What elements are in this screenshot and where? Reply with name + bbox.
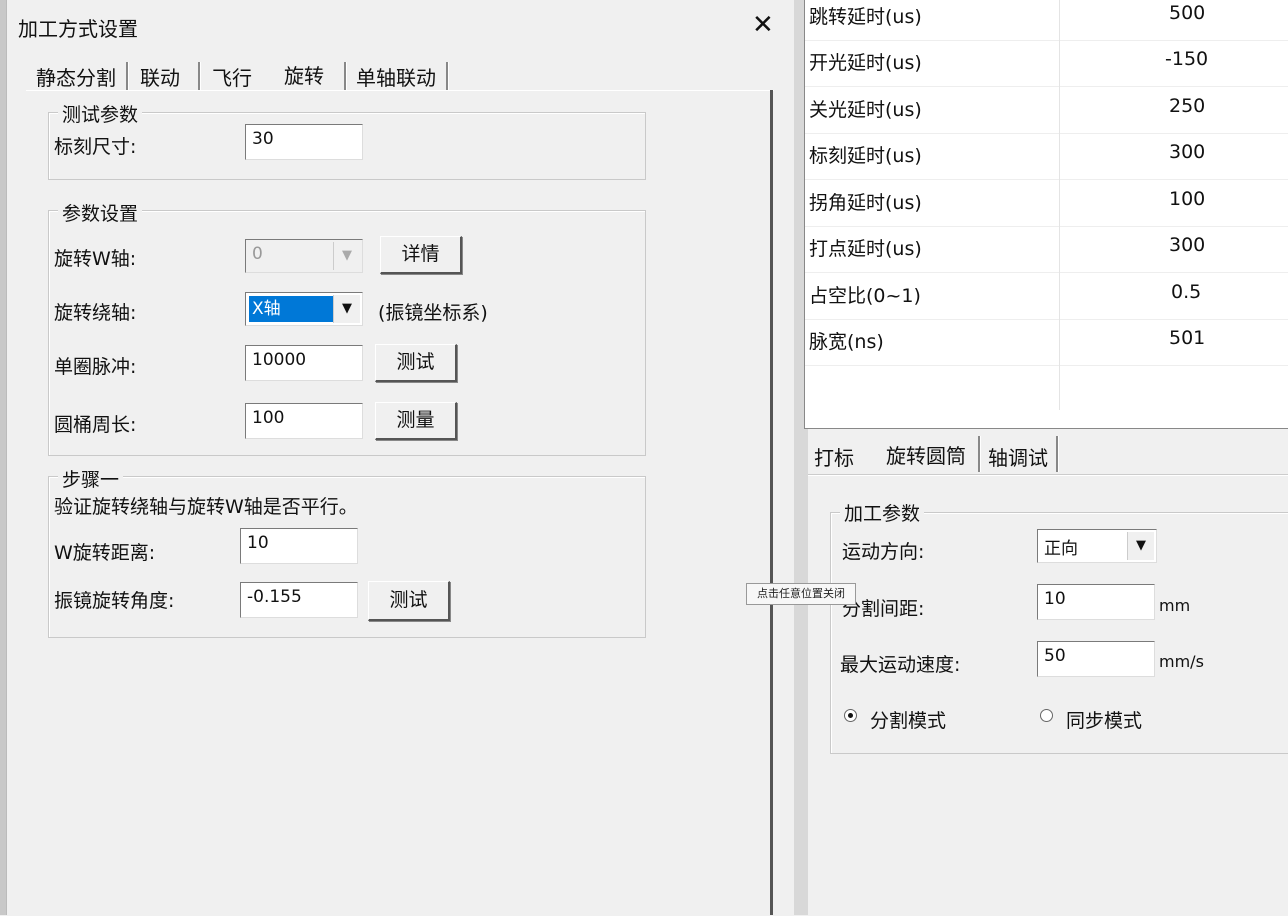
pulse-per-turn-input[interactable]: 10000 (245, 345, 363, 381)
param-value: 250 (1169, 95, 1206, 117)
tab-rotary-cylinder[interactable]: 旋转圆筒 (886, 440, 966, 469)
rotation-w-axis-select[interactable]: 0 ▼ (245, 239, 363, 273)
cylinder-circumference-label: 圆桶周长: (54, 414, 137, 436)
w-rotation-distance-input[interactable]: 10 (240, 528, 358, 564)
tab-divider (198, 62, 201, 90)
tab-rotation[interactable]: 旋转 (284, 60, 324, 89)
split-spacing-input[interactable]: 10 (1037, 584, 1155, 620)
tab-static-split[interactable]: 静态分割 (36, 62, 116, 91)
tab-divider (1056, 436, 1059, 472)
close-icon[interactable]: ✕ (752, 10, 774, 40)
rotation-axis-value: X轴 (249, 296, 334, 322)
param-value: 0.5 (1171, 281, 1202, 303)
galvo-rotation-angle-input[interactable]: -0.155 (240, 582, 358, 618)
motion-direction-label: 运动方向: (842, 541, 925, 563)
mark-size-label: 标刻尺寸: (54, 136, 137, 158)
rotation-w-axis-label: 旋转W轴: (54, 248, 137, 270)
sync-mode-radio[interactable] (1040, 709, 1053, 722)
table-row[interactable]: 打点延时(us) 300 (805, 226, 1288, 273)
param-value: 300 (1169, 234, 1206, 256)
param-value: -150 (1165, 48, 1209, 70)
tab-marking[interactable]: 打标 (814, 442, 854, 471)
tab-divider (446, 62, 449, 90)
max-speed-input[interactable]: 50 (1037, 641, 1155, 677)
rotation-axis-label: 旋转绕轴: (54, 302, 137, 324)
param-name: 标刻延时(us) (809, 145, 922, 167)
mark-size-input[interactable]: 30 (245, 124, 363, 160)
param-value: 100 (1169, 188, 1206, 210)
param-name: 脉宽(ns) (809, 331, 884, 353)
tab-linkage[interactable]: 联动 (140, 62, 180, 91)
pulse-per-turn-label: 单圈脉冲: (54, 356, 137, 378)
step-one-legend: 步骤一 (58, 465, 124, 492)
laser-param-table: 跳转延时(us) 500 开光延时(us) -150 关光延时(us) 250 … (804, 0, 1288, 429)
max-speed-label: 最大运动速度: (840, 654, 961, 676)
param-name: 打点延时(us) (809, 238, 922, 260)
table-row[interactable]: 脉宽(ns) 501 (805, 319, 1288, 366)
galvo-rotation-angle-label: 振镜旋转角度: (54, 590, 175, 612)
param-settings-legend: 参数设置 (58, 199, 143, 226)
tab-divider (126, 62, 129, 90)
split-mode-label: 分割模式 (870, 710, 947, 732)
param-name: 占空比(0~1) (809, 285, 921, 307)
table-row[interactable]: 标刻延时(us) 300 (805, 133, 1288, 180)
tab-flying[interactable]: 飞行 (212, 62, 252, 91)
rotation-w-axis-value: 0 (252, 244, 263, 264)
tab-divider (978, 436, 981, 472)
angle-test-button[interactable]: 测试 (368, 581, 450, 621)
table-row[interactable]: 关光延时(us) 250 (805, 87, 1288, 134)
table-row[interactable]: 占空比(0~1) 0.5 (805, 273, 1288, 320)
tab-divider (344, 62, 347, 90)
param-name: 拐角延时(us) (809, 192, 922, 214)
param-name: 开光延时(us) (809, 52, 922, 74)
pulse-test-button[interactable]: 测试 (375, 344, 457, 382)
dialog-title: 加工方式设置 (18, 17, 138, 41)
chevron-down-icon: ▼ (333, 242, 360, 270)
cylinder-circumference-input[interactable]: 100 (245, 403, 363, 439)
tab-axis-debug[interactable]: 轴调试 (988, 442, 1048, 471)
chevron-down-icon: ▼ (1127, 532, 1154, 560)
axis-coordinate-note: (振镜坐标系) (378, 302, 488, 324)
table-row[interactable]: 跳转延时(us) 500 (805, 0, 1288, 41)
param-name: 关光延时(us) (809, 99, 922, 121)
processing-params-legend: 加工参数 (840, 499, 925, 526)
param-name: 跳转延时(us) (809, 6, 922, 28)
details-button[interactable]: 详情 (380, 236, 462, 274)
split-spacing-unit: mm (1159, 596, 1191, 615)
rotation-axis-select[interactable]: X轴 ▼ (245, 292, 363, 326)
tooltip: 点击任意位置关闭 (746, 583, 856, 605)
tab-single-axis-linkage[interactable]: 单轴联动 (356, 62, 436, 91)
column-divider (1059, 0, 1060, 410)
w-rotation-distance-label: W旋转距离: (54, 542, 156, 564)
motion-direction-value: 正向 (1044, 539, 1078, 559)
max-speed-unit: mm/s (1159, 652, 1204, 671)
table-row[interactable]: 拐角延时(us) 100 (805, 180, 1288, 227)
sync-mode-label: 同步模式 (1066, 710, 1143, 732)
param-value: 500 (1169, 2, 1206, 24)
tab-baseline (808, 474, 1288, 476)
step-one-instruction: 验证旋转绕轴与旋转W轴是否平行。 (54, 496, 358, 518)
param-value: 300 (1169, 141, 1206, 163)
param-value: 501 (1169, 327, 1206, 349)
table-row[interactable]: 开光延时(us) -150 (805, 40, 1288, 87)
motion-direction-select[interactable]: 正向 ▼ (1037, 529, 1157, 563)
test-params-legend: 测试参数 (58, 100, 143, 127)
measure-button[interactable]: 测量 (375, 402, 457, 440)
chevron-down-icon: ▼ (333, 295, 360, 323)
panel-edge-line (770, 90, 773, 915)
split-mode-radio[interactable] (844, 709, 857, 722)
